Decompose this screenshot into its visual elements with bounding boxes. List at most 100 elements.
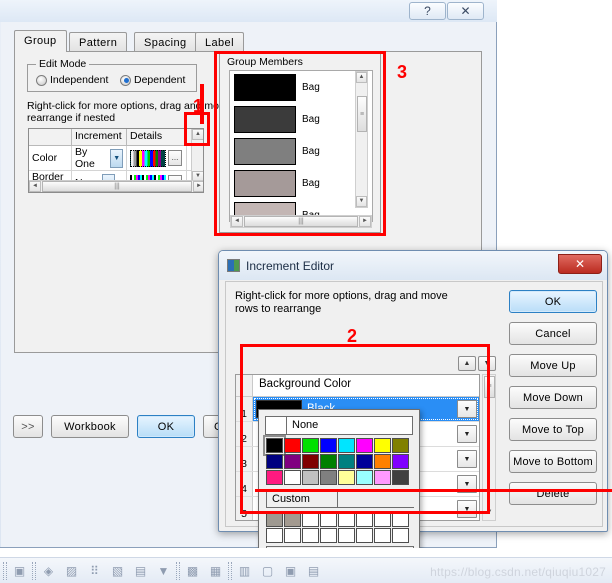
color-swatch[interactable] [374,454,391,469]
scroll-down-icon[interactable]: ▼ [356,196,367,207]
radio-dependent[interactable]: Dependent [120,74,185,86]
grid-cell-increment[interactable]: By One ▼ [72,145,127,171]
custom-color-grid[interactable] [266,512,414,543]
color-swatch[interactable] [392,438,409,453]
workbook-button[interactable]: Workbook [51,415,129,438]
scroll-left-icon[interactable]: ◄ [231,216,243,227]
custom-color-swatch[interactable] [392,512,409,527]
color-swatch[interactable] [392,470,409,485]
group-members-horizontal-scrollbar[interactable]: ◄ ||| ► [230,215,372,228]
color-swatch[interactable] [338,470,355,485]
table-icon[interactable]: ▤ [130,561,151,581]
group-members-list[interactable]: Bag Bag Bag Bag Bag [229,70,373,222]
help-button[interactable]: ? [409,2,446,20]
scroll-right-icon[interactable]: ► [359,216,371,227]
color-swatch[interactable] [284,454,301,469]
image-icon[interactable]: ▦ [205,561,226,581]
color-swatch[interactable] [320,454,337,469]
shape-icon[interactable]: ◈ [38,561,59,581]
color-swatch[interactable] [320,470,337,485]
grid-cell-details[interactable]: ... [127,145,187,171]
color-swatch[interactable] [356,454,373,469]
custom-color-swatch[interactable] [266,528,283,543]
custom-color-swatch[interactable] [374,512,391,527]
extra2-icon[interactable]: ▣ [280,561,301,581]
color-swatch[interactable] [302,454,319,469]
hscroll-thumb[interactable]: ||| [244,216,358,227]
chevron-down-icon[interactable]: ▼ [457,425,477,443]
custom-color-swatch[interactable] [302,528,319,543]
move-up-arrow-icon[interactable]: ▲ [458,356,476,371]
color-swatch[interactable] [356,470,373,485]
increment-table-scrollbar[interactable]: ≡ ▼ [482,374,496,521]
expand-button[interactable]: >> [13,415,43,438]
color-none-row[interactable]: None [265,416,413,435]
custom-color-swatch[interactable] [356,528,373,543]
tab-spacing[interactable]: Spacing [134,32,197,52]
move-to-top-button[interactable]: Move to Top [509,418,597,441]
custom-color-swatch[interactable] [320,528,337,543]
table-row[interactable]: Color By One ▼ ... [29,145,203,171]
custom-color-swatch[interactable] [374,528,391,543]
delete-button[interactable]: Delete [509,482,597,505]
list-item[interactable]: Bag [230,71,372,103]
close-icon[interactable]: ✕ [558,254,602,274]
custom-color-swatch[interactable] [392,528,409,543]
standard-color-grid[interactable] [263,435,414,485]
chart-icon[interactable]: ▧ [107,561,128,581]
toolbar-grip[interactable] [228,561,232,580]
cancel-button[interactable]: Cancel [509,322,597,345]
tab-pattern[interactable]: Pattern [69,32,128,52]
cube-icon[interactable]: ▣ [9,561,30,581]
vscroll-thumb[interactable]: ≡ [484,376,495,398]
color-swatch[interactable] [263,435,286,456]
scroll-up-icon[interactable]: ▲ [356,72,367,83]
color-swatch[interactable] [284,438,301,453]
scroll-down-icon[interactable]: ▼ [484,507,495,519]
list-item[interactable]: Bag [230,135,372,167]
color-swatch[interactable] [302,470,319,485]
color-swatch[interactable] [392,454,409,469]
extra3-icon[interactable]: ▤ [303,561,324,581]
box-icon[interactable]: ▨ [61,561,82,581]
grid-vertical-scrollbar[interactable]: ▲ ▼ [191,129,203,182]
custom-color-swatch[interactable] [338,528,355,543]
scroll-up-icon[interactable]: ▲ [192,129,203,140]
move-down-arrow-icon[interactable]: ▼ [478,356,496,371]
overflow-icon[interactable]: ▼ [153,561,174,581]
chevron-down-icon[interactable]: ▼ [457,450,477,468]
color-swatch[interactable] [320,438,337,453]
color-swatch[interactable] [266,470,283,485]
color-picker-dropdown[interactable]: None Custom [258,409,420,565]
custom-color-swatch[interactable] [284,528,301,543]
color-swatch[interactable] [266,454,283,469]
toolbar-grip[interactable] [3,561,7,580]
close-button[interactable]: ✕ [447,2,484,20]
custom-color-swatch[interactable] [320,512,337,527]
scroll-left-icon[interactable]: ◄ [29,181,41,192]
matrix-icon[interactable]: ▩ [182,561,203,581]
chevron-down-icon[interactable]: ▼ [457,500,477,518]
color-swatch[interactable] [356,438,373,453]
custom-color-swatch[interactable] [338,512,355,527]
chevron-down-icon[interactable]: ▼ [457,400,477,418]
tab-group[interactable]: Group [14,30,67,52]
move-up-button[interactable]: Move Up [509,354,597,377]
color-swatch[interactable] [374,438,391,453]
toolbar-grip[interactable] [176,561,180,580]
extra-icon[interactable]: ▢ [257,561,278,581]
ok-button[interactable]: OK [509,290,597,313]
details-ellipsis-button[interactable]: ... [168,150,182,166]
scroll-right-icon[interactable]: ► [193,181,203,192]
vscroll-thumb[interactable]: ≡ [357,96,367,132]
move-down-button[interactable]: Move Down [509,386,597,409]
custom-color-swatch[interactable] [284,512,301,527]
custom-color-swatch[interactable] [302,512,319,527]
grid-horizontal-scrollbar[interactable]: ◄ ||| ► [29,180,203,192]
chevron-down-icon[interactable]: ▼ [110,148,123,168]
color-swatch[interactable] [374,470,391,485]
custom-color-swatch[interactable] [266,512,283,527]
color-swatch[interactable] [338,438,355,453]
custom-color-swatch[interactable] [356,512,373,527]
move-to-bottom-button[interactable]: Move to Bottom [509,450,597,473]
